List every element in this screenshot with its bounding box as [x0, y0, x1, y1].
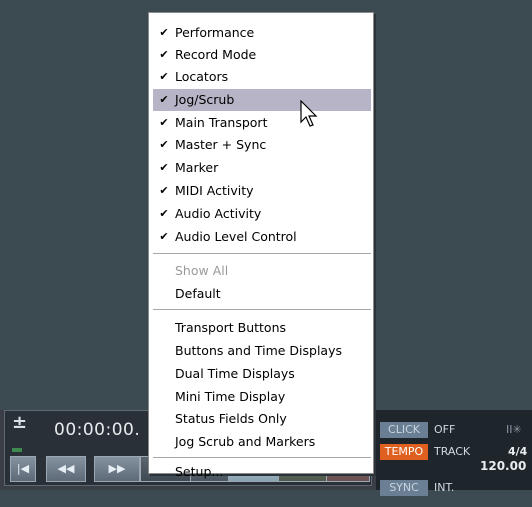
check-icon: ✔ [159, 48, 169, 61]
menu-item-label: Audio Level Control [175, 229, 297, 244]
clock-icon: II✳ [506, 423, 522, 436]
menu-separator [153, 309, 371, 311]
menu-item-setup[interactable]: Setup... [153, 464, 371, 479]
mouse-pointer-icon [300, 100, 318, 127]
menu-item-show-all: Show All [175, 263, 229, 278]
check-icon: ✔ [159, 93, 169, 106]
check-icon: ✔ [159, 116, 169, 129]
fast-forward-icon: ▶▶ [108, 462, 126, 475]
menu-item-label: Main Transport [175, 115, 268, 130]
check-icon: ✔ [159, 161, 169, 174]
menu-item-label: MIDI Activity [175, 183, 254, 198]
menu-item-jog-scrub-and-markers[interactable]: Jog Scrub and Markers [153, 431, 371, 453]
menu-item-label: Setup... [175, 464, 224, 479]
check-icon: ✔ [159, 184, 169, 197]
check-icon: ✔ [159, 138, 169, 151]
menu-item-label: Record Mode [175, 47, 257, 62]
menu-item-mini-time-display[interactable]: Mini Time Display [153, 386, 371, 408]
check-icon: ✔ [159, 207, 169, 220]
menu-item-audio-level-control[interactable]: ✔ Audio Level Control [153, 226, 371, 248]
tempo-value: TRACK [434, 445, 471, 458]
menu-item-locators[interactable]: ✔ Locators [153, 66, 371, 88]
click-value: OFF [434, 423, 456, 436]
menu-item-dual-time-displays[interactable]: Dual Time Displays [153, 363, 371, 385]
menu-item-transport-buttons[interactable]: Transport Buttons [153, 317, 371, 339]
go-to-start-button[interactable]: |◀ [10, 456, 36, 482]
click-toggle[interactable]: CLICK [380, 422, 428, 438]
check-icon: ✔ [159, 230, 169, 243]
tempo-toggle[interactable]: TEMPO [380, 444, 428, 460]
menu-item-master-sync[interactable]: ✔ Master + Sync [153, 134, 371, 156]
rewind-button[interactable]: ◀◀ [46, 456, 86, 482]
menu-item-label: Performance [175, 25, 255, 40]
menu-item-main-transport[interactable]: ✔ Main Transport [153, 112, 371, 134]
menu-item-midi-activity[interactable]: ✔ MIDI Activity [153, 180, 371, 202]
check-icon: ✔ [159, 70, 169, 83]
fast-forward-button[interactable]: ▶▶ [94, 456, 140, 482]
go-to-start-icon: |◀ [16, 462, 30, 475]
view-context-menu: ✔ Performance ✔ Record Mode ✔ Locators ✔… [148, 12, 374, 479]
time-display[interactable]: 00:00:00. [54, 420, 140, 440]
menu-item-label: Master + Sync [175, 137, 267, 152]
menu-item-label: Locators [175, 69, 229, 84]
menu-item-default[interactable]: Default [153, 283, 371, 305]
sync-toggle[interactable]: SYNC [380, 480, 428, 496]
menu-item-label: Marker [175, 160, 219, 175]
add-icon[interactable]: ± [12, 413, 27, 437]
menu-item-label: Audio Activity [175, 206, 262, 221]
menu-item-status-fields-only[interactable]: Status Fields Only [153, 408, 371, 430]
menu-item-marker[interactable]: ✔ Marker [153, 157, 371, 179]
rewind-icon: ◀◀ [57, 462, 75, 475]
sync-value: INT. [434, 481, 455, 494]
menu-item-label: Jog/Scrub [175, 92, 235, 107]
menu-separator [153, 253, 371, 255]
menu-separator [153, 457, 371, 459]
menu-item-audio-activity[interactable]: ✔ Audio Activity [153, 203, 371, 225]
menu-item-performance[interactable]: ✔ Performance [153, 22, 371, 44]
menu-item-jog-scrub[interactable]: ✔ Jog/Scrub [153, 89, 371, 111]
level-meter [12, 448, 22, 452]
check-icon: ✔ [159, 26, 169, 39]
tempo-number[interactable]: 120.00 [480, 458, 526, 474]
menu-item-buttons-and-time-displays[interactable]: Buttons and Time Displays [153, 340, 371, 362]
menu-item-record-mode[interactable]: ✔ Record Mode [153, 44, 371, 66]
